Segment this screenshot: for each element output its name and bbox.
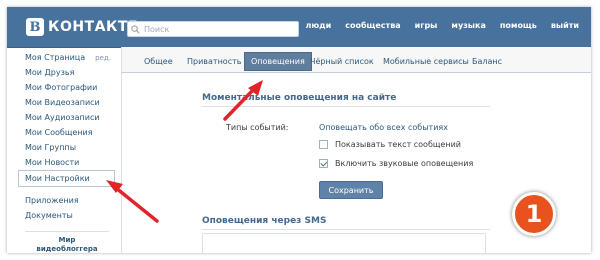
annotation-arrows — [106, 80, 263, 223]
arrow-to-settings — [106, 180, 159, 223]
arrow-to-notifications-tab — [223, 80, 263, 121]
window-frame: В КОНТАКТЕ люди сообщества игры музыка п… — [7, 7, 591, 253]
